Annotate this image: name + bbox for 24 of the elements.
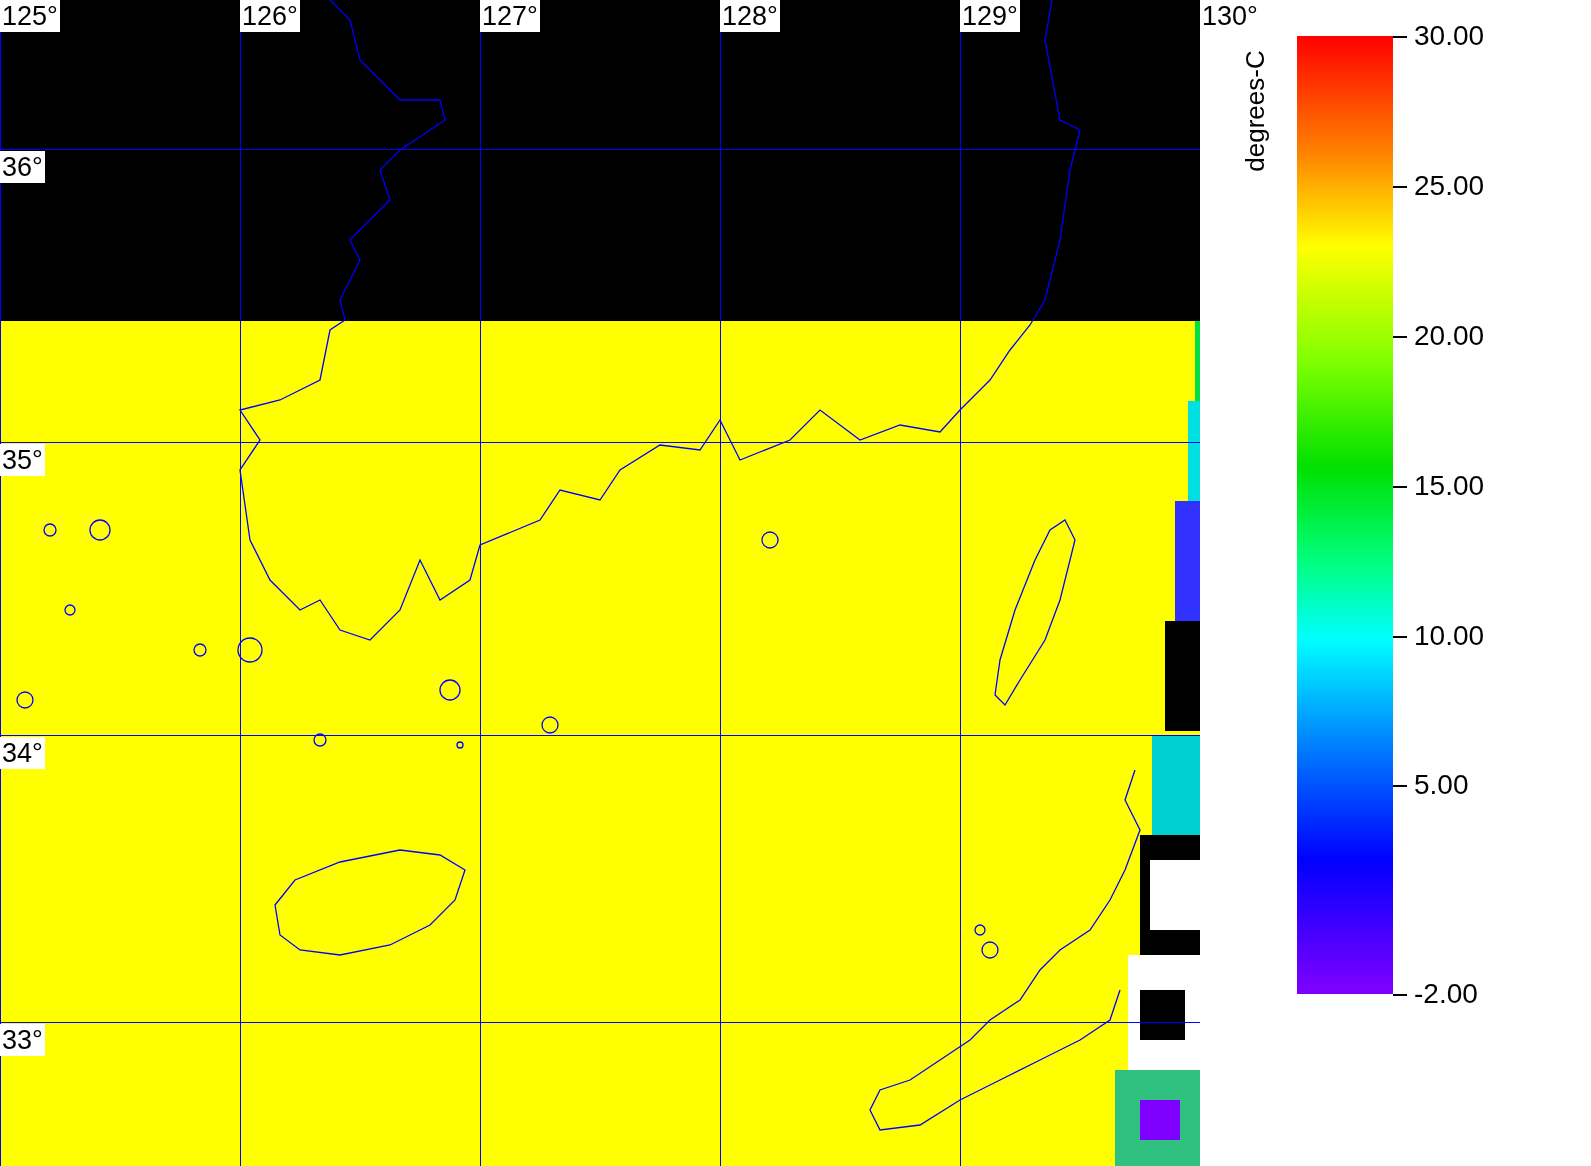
tick-label: 25.00	[1414, 170, 1485, 202]
longitude-label: 129°	[960, 0, 1020, 32]
longitude-label: 125°	[0, 0, 60, 32]
tick-mark	[1393, 186, 1407, 188]
tick-label: 10.00	[1414, 620, 1485, 652]
longitude-label: 127°	[480, 0, 540, 32]
tick-mark	[1393, 994, 1407, 996]
tick-label: -2.00	[1414, 978, 1478, 1010]
tick-mark	[1393, 486, 1407, 488]
latitude-label: 36°	[0, 151, 45, 183]
colorbar-title: degrees-C	[1239, 49, 1271, 174]
longitude-label: 128°	[720, 0, 780, 32]
tick-label: 5.00	[1414, 769, 1469, 801]
latitude-label: 35°	[0, 444, 45, 476]
tick-mark	[1393, 636, 1407, 638]
tick-mark	[1393, 336, 1407, 338]
tick-label: 30.00	[1414, 20, 1485, 52]
tick-label: 20.00	[1414, 320, 1485, 352]
latitude-label: 34°	[0, 737, 45, 769]
latitude-label: 33°	[0, 1024, 45, 1056]
tick-mark	[1393, 36, 1407, 38]
tick-label: 15.00	[1414, 470, 1485, 502]
longitude-label: 126°	[240, 0, 300, 32]
tick-mark	[1393, 785, 1407, 787]
